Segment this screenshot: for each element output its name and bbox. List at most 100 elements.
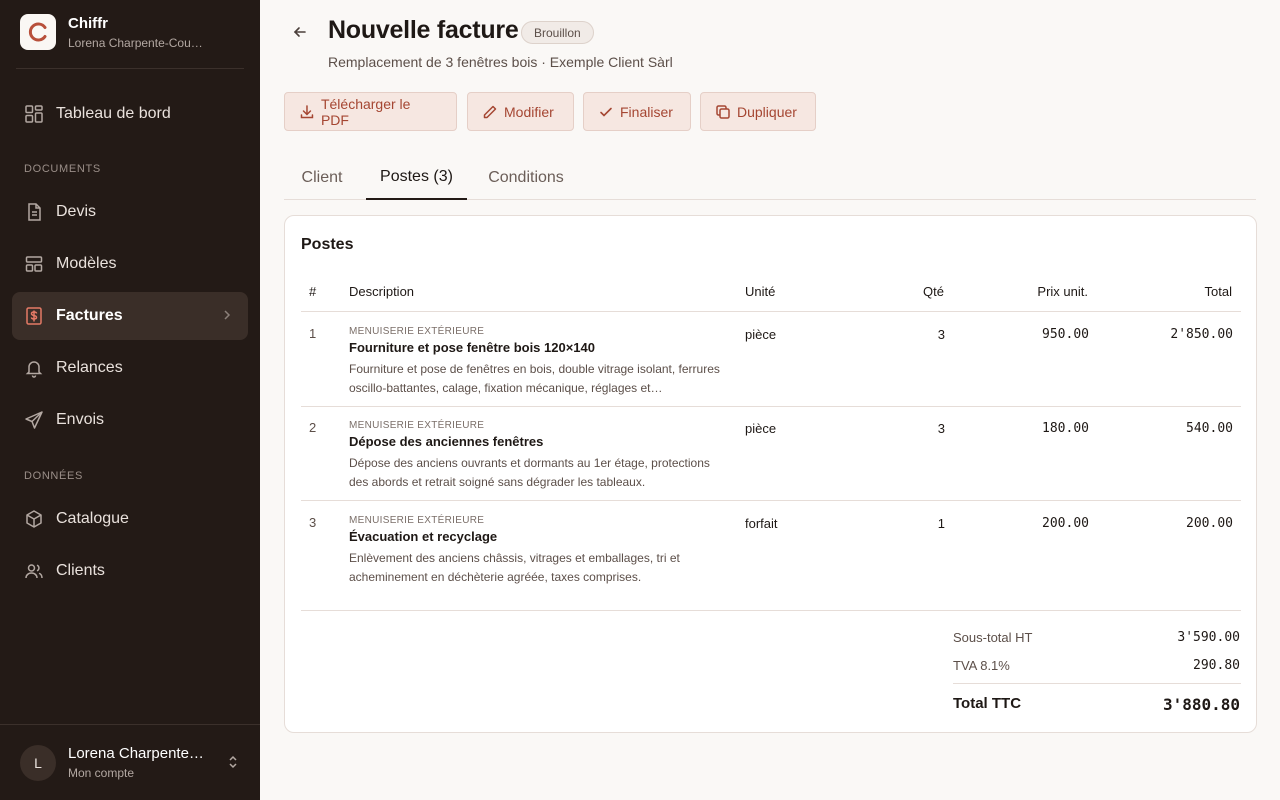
finalize-label: Finaliser <box>620 103 673 120</box>
sidebar-item-envois[interactable]: Envois <box>12 396 248 444</box>
row-description: Enlèvement des anciens châssis, vitrages… <box>349 551 680 584</box>
total-divider <box>953 683 1241 684</box>
arrow-left-icon <box>293 27 306 37</box>
copy-icon <box>716 104 730 119</box>
sidebar-item-label: Factures <box>56 307 123 324</box>
row-unit: pièce <box>745 421 777 436</box>
row-total: 200.00 <box>1186 516 1233 531</box>
template-icon <box>24 254 44 274</box>
row-qty: 3 <box>937 421 945 436</box>
col-header-price: Prix unit. <box>1037 284 1088 299</box>
postes-card: Postes # Description Unité Qté Prix unit… <box>284 215 1257 733</box>
row-total: 2'850.00 <box>1170 327 1233 342</box>
row-category: MENUISERIE EXTÉRIEURE <box>349 420 485 431</box>
vat-value: 290.80 <box>1193 658 1240 673</box>
account-switcher[interactable]: L Lorena Charpente… Mon compte <box>0 724 260 800</box>
row-unit: forfait <box>745 516 778 531</box>
tabs: Client Postes (3) Conditions <box>284 156 1256 200</box>
subtotal-value: 3'590.00 <box>1177 630 1240 645</box>
col-header-qty: Qté <box>923 284 944 299</box>
check-icon <box>600 107 612 117</box>
row-total: 540.00 <box>1186 421 1233 436</box>
sidebar-section-documents: DOCUMENTS <box>24 163 101 175</box>
total-label: Total TTC <box>953 695 1022 712</box>
pencil-icon <box>483 105 497 118</box>
edit-button[interactable]: Modifier <box>467 92 574 131</box>
edit-label: Modifier <box>504 103 554 120</box>
chevron-up-down-icon <box>226 754 240 775</box>
row-price: 180.00 <box>1042 421 1089 436</box>
brand[interactable]: Chiffr Lorena Charpente-Couve… <box>20 14 208 50</box>
row-qty: 1 <box>937 516 945 531</box>
account-name: Lorena Charpente… <box>68 745 204 762</box>
sidebar-item-label: Clients <box>56 562 105 579</box>
finalize-button[interactable]: Finaliser <box>583 92 691 131</box>
sidebar-item-label: Envois <box>56 411 105 428</box>
duplicate-label: Dupliquer <box>737 103 797 120</box>
download-icon <box>300 104 314 118</box>
brand-name: Chiffr <box>68 14 108 32</box>
account-subtitle: Mon compte <box>68 766 135 780</box>
document-icon <box>24 202 44 222</box>
row-description: Dépose des anciens ouvrants et dormants … <box>349 456 710 489</box>
tab-postes[interactable]: Postes (3) <box>366 156 467 200</box>
row-num: 1 <box>309 326 317 341</box>
send-icon <box>24 410 44 430</box>
duplicate-button[interactable]: Dupliquer <box>700 92 816 131</box>
page-title: Nouvelle facture <box>328 16 519 44</box>
row-title: Évacuation et recyclage <box>349 529 498 544</box>
bell-icon <box>24 358 44 378</box>
vat-label: TVA 8.1% <box>953 658 1010 673</box>
row-title: Fourniture et pose fenêtre bois 120×140 <box>349 340 595 355</box>
col-header-description: Description <box>349 284 415 299</box>
row-qty: 3 <box>937 327 945 342</box>
row-unit: pièce <box>745 327 777 342</box>
row-num: 2 <box>309 420 317 435</box>
sidebar-item-clients[interactable]: Clients <box>12 547 248 595</box>
row-category: MENUISERIE EXTÉRIEURE <box>349 326 485 337</box>
col-header-num: # <box>309 284 317 299</box>
sidebar-item-relances[interactable]: Relances <box>12 344 248 392</box>
sidebar-item-label: Catalogue <box>56 510 129 527</box>
table-footer-divider <box>301 610 1241 611</box>
sidebar-item-label: Relances <box>56 359 123 376</box>
package-icon <box>24 509 44 529</box>
sidebar-item-label: Modèles <box>56 255 117 272</box>
sidebar-item-factures[interactable]: Factures <box>12 292 248 340</box>
invoice-dollar-icon <box>24 306 44 326</box>
sidebar-divider <box>16 68 244 69</box>
total-value: 3'880.80 <box>1162 695 1240 714</box>
avatar: L <box>20 744 56 781</box>
chevron-right-icon <box>220 308 234 327</box>
status-badge: Brouillon <box>521 21 594 44</box>
sidebar-section-donnees: DONNÉES <box>24 470 84 482</box>
row-num: 3 <box>309 515 317 530</box>
tab-conditions[interactable]: Conditions <box>477 156 575 200</box>
users-icon <box>24 561 44 581</box>
download-pdf-label: Télécharger le PDF <box>320 95 411 128</box>
table-row[interactable]: 1 MENUISERIE EXTÉRIEURE Fourniture et po… <box>301 312 1241 406</box>
subtotal-label: Sous-total HT <box>953 630 1033 645</box>
sidebar-item-devis[interactable]: Devis <box>12 188 248 236</box>
row-category: MENUISERIE EXTÉRIEURE <box>349 515 485 526</box>
table-row[interactable]: 2 MENUISERIE EXTÉRIEURE Dépose des ancie… <box>301 406 1241 500</box>
sidebar-item-dashboard[interactable]: Tableau de bord <box>12 90 248 138</box>
sidebar: Chiffr Lorena Charpente-Couve… Tableau d… <box>0 0 260 800</box>
row-price: 950.00 <box>1042 327 1089 342</box>
brand-logo-icon <box>20 14 56 50</box>
row-title: Dépose des anciennes fenêtres <box>349 434 544 449</box>
row-description: Fourniture et pose de fenêtres en bois, … <box>349 362 720 395</box>
sidebar-item-catalogue[interactable]: Catalogue <box>12 495 248 543</box>
back-button[interactable] <box>290 22 310 42</box>
col-header-unit: Unité <box>745 284 776 299</box>
row-price: 200.00 <box>1042 516 1089 531</box>
brand-subtitle: Lorena Charpente-Couve… <box>68 35 208 50</box>
sidebar-item-modeles[interactable]: Modèles <box>12 240 248 288</box>
sidebar-item-label: Tableau de bord <box>56 105 171 122</box>
sidebar-item-label: Devis <box>56 203 97 220</box>
page-subtitle: Remplacement de 3 fenêtres bois · Exempl… <box>328 54 673 70</box>
tab-client[interactable]: Client <box>288 156 356 200</box>
table-row[interactable]: 3 MENUISERIE EXTÉRIEURE Évacuation et re… <box>301 501 1241 595</box>
card-title: Postes <box>301 236 354 253</box>
download-pdf-button[interactable]: Télécharger le PDF <box>284 92 457 131</box>
